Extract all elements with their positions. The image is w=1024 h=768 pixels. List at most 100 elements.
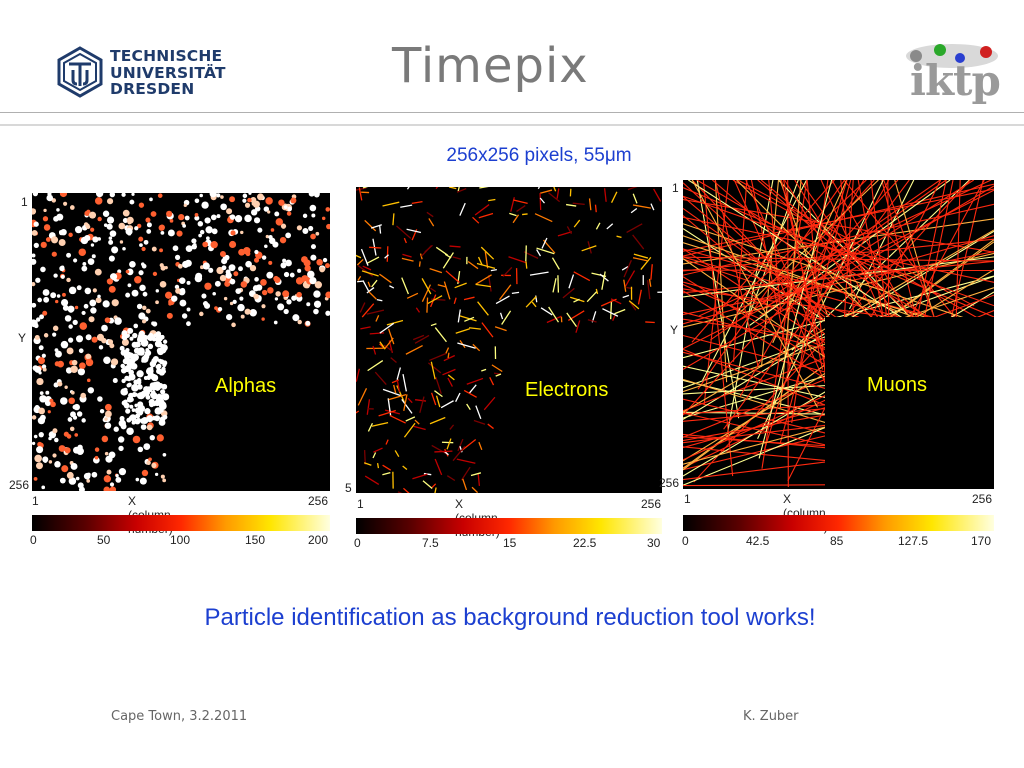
alpha-hit: [72, 415, 78, 420]
electron-track: [453, 297, 457, 305]
particle-label: Electrons: [525, 379, 609, 401]
alpha-hit: [78, 248, 87, 257]
electron-track: [362, 187, 369, 189]
alpha-hit: [43, 333, 49, 338]
colorbar-tick: 100: [170, 533, 191, 547]
alpha-hit: [33, 242, 39, 248]
alpha-hit: [83, 472, 91, 480]
electron-track: [462, 478, 468, 491]
electron-track: [600, 298, 617, 307]
alpha-hit: [131, 384, 139, 392]
electron-track: [650, 203, 655, 211]
electron-track: [374, 371, 387, 386]
electron-track: [389, 414, 406, 424]
electrons-hit-map: Electrons: [356, 187, 662, 493]
alpha-hit: [106, 278, 113, 285]
alpha-hit: [240, 314, 245, 319]
alpha-hit: [133, 347, 140, 354]
electron-track: [379, 225, 382, 234]
electron-track: [650, 264, 653, 280]
alpha-hit: [34, 334, 40, 340]
alpha-hit: [308, 193, 315, 197]
electron-track: [426, 297, 429, 313]
y-axis-min-label: 1: [21, 195, 28, 209]
electron-track: [356, 258, 364, 266]
alpha-hit: [57, 360, 64, 368]
alpha-hit: [167, 229, 175, 237]
electron-track: [446, 438, 452, 450]
slide-title: Timepix: [392, 38, 589, 94]
alpha-hit: [186, 280, 191, 285]
alpha-hit: [123, 350, 130, 357]
alpha-hit: [72, 404, 78, 410]
alpha-hit: [63, 201, 68, 206]
alpha-hit: [307, 270, 315, 279]
alpha-hit: [138, 312, 146, 320]
alpha-hit: [50, 292, 57, 299]
alpha-hit: [118, 222, 126, 230]
alpha-hit: [283, 308, 289, 315]
alpha-hit: [162, 478, 167, 483]
alpha-hit: [66, 277, 71, 283]
electron-track: [539, 189, 553, 194]
electron-track: [403, 237, 407, 244]
alpha-hit: [88, 316, 95, 323]
alpha-hit: [60, 228, 67, 236]
electron-track: [415, 307, 421, 313]
alpha-hit: [59, 477, 66, 484]
alpha-hit: [305, 320, 311, 326]
alpha-hit: [157, 193, 163, 198]
alpha-hit: [60, 298, 69, 307]
electron-track: [435, 187, 439, 190]
alpha-hit: [131, 354, 136, 360]
electron-track: [406, 187, 410, 190]
alpha-hit: [102, 300, 110, 308]
alpha-hit: [156, 434, 164, 442]
alpha-hit: [326, 223, 330, 230]
alpha-hit: [37, 297, 43, 303]
alpha-hit: [53, 273, 58, 278]
alpha-hit: [104, 422, 112, 429]
electron-track: [487, 275, 492, 292]
alpha-hit: [38, 371, 42, 375]
alpha-hit: [129, 260, 136, 268]
alpha-hit: [309, 204, 317, 212]
alpha-hit: [40, 241, 47, 249]
alpha-hit: [179, 287, 186, 294]
alpha-hit: [289, 272, 295, 278]
alpha-hit: [204, 217, 211, 224]
x-axis-min-label: 1: [684, 492, 691, 506]
alpha-hit: [43, 208, 47, 213]
alpha-hit: [82, 262, 87, 266]
electron-track: [447, 352, 450, 359]
alpha-hit: [210, 214, 217, 221]
alpha-hit: [235, 288, 242, 294]
electron-track: [390, 357, 397, 363]
alpha-hit: [249, 309, 257, 317]
alpha-hit: [68, 397, 75, 405]
electron-track: [396, 225, 412, 239]
alpha-hit: [47, 410, 51, 414]
electron-track: [429, 416, 446, 425]
alpha-hit: [35, 277, 41, 283]
alpha-hit: [121, 400, 128, 406]
alpha-hit: [297, 319, 302, 325]
electron-track: [400, 204, 413, 208]
alpha-hit: [145, 349, 150, 354]
alpha-hit: [81, 418, 86, 423]
alpha-hit: [94, 268, 102, 276]
electron-track: [627, 187, 638, 191]
alpha-hit: [204, 282, 212, 290]
electron-track: [372, 452, 377, 459]
alpha-hit: [325, 310, 330, 316]
alpha-hit: [53, 216, 59, 222]
electron-track: [455, 392, 461, 402]
colorbar-tick: 15: [503, 536, 517, 550]
alpha-hit: [54, 437, 59, 443]
alpha-hit: [119, 415, 125, 422]
alpha-hit: [226, 208, 233, 215]
electron-track: [384, 337, 394, 349]
electron-track: [513, 199, 528, 204]
alpha-hit: [56, 208, 60, 212]
alpha-hit: [85, 353, 92, 360]
